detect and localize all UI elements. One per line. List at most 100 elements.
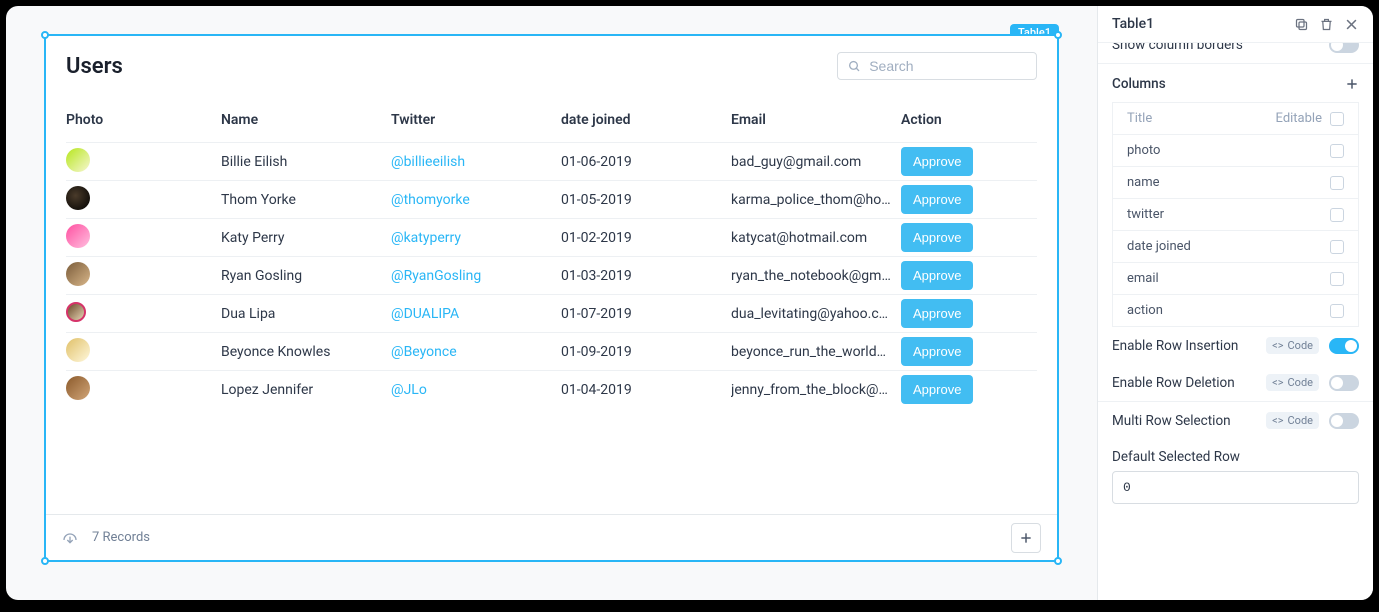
cell-email: jenny_from_the_block@yahoo.com (731, 382, 901, 398)
table-row[interactable]: Katy Perry @katyperry 01-02-2019 katycat… (66, 218, 1037, 256)
property-panel: Table1 Show column borders Columns (1097, 6, 1373, 600)
editable-checkbox[interactable] (1330, 208, 1344, 222)
column-item[interactable]: email (1112, 263, 1359, 295)
cell-twitter[interactable]: @thomyorke (391, 192, 561, 208)
cell-twitter[interactable]: @katyperry (391, 230, 561, 246)
add-column-button[interactable] (1345, 77, 1359, 91)
enable-row-insertion-label: Enable Row Insertion (1112, 338, 1238, 354)
trash-icon[interactable] (1319, 17, 1334, 32)
editable-checkbox[interactable] (1330, 176, 1344, 190)
table-row[interactable]: Dua Lipa @DUALIPA 01-07-2019 dua_levitat… (66, 294, 1037, 332)
columns-list-header: Title Editable (1112, 102, 1359, 135)
editable-all-checkbox[interactable] (1330, 112, 1344, 126)
code-badge[interactable]: <> Code (1266, 374, 1319, 391)
editable-checkbox[interactable] (1330, 304, 1344, 318)
add-row-button[interactable] (1011, 523, 1041, 553)
plus-icon (1345, 77, 1359, 91)
search-input[interactable] (869, 58, 1026, 74)
copy-icon[interactable] (1294, 17, 1309, 32)
cell-email: beyonce_run_the_world@gmail.com (731, 344, 901, 360)
cell-name: Thom Yorke (221, 192, 391, 208)
close-icon[interactable] (1344, 17, 1359, 32)
avatar (66, 302, 86, 322)
approve-button[interactable]: Approve (901, 337, 973, 366)
canvas-area[interactable]: Table1 Users Photo Name Twitter (6, 6, 1097, 600)
cell-twitter[interactable]: @Beyonce (391, 344, 561, 360)
table-footer: 7 Records (46, 514, 1057, 560)
col-header-twitter[interactable]: Twitter (391, 112, 561, 128)
table-row[interactable]: Billie Eilish @billieeilish 01-06-2019 b… (66, 142, 1037, 180)
download-icon[interactable] (62, 530, 78, 546)
avatar (66, 224, 90, 248)
columns-section-label: Columns (1112, 76, 1166, 92)
cell-date: 01-05-2019 (561, 192, 731, 208)
table-column-headers: Photo Name Twitter date joined Email Act… (66, 98, 1037, 142)
cell-email: dua_levitating@yahoo.com (731, 306, 901, 322)
cell-name: Lopez Jennifer (221, 382, 391, 398)
column-item[interactable]: twitter (1112, 199, 1359, 231)
editable-checkbox[interactable] (1330, 272, 1344, 286)
table-row[interactable]: Ryan Gosling @RyanGosling 01-03-2019 rya… (66, 256, 1037, 294)
show-column-borders-toggle[interactable] (1329, 43, 1359, 53)
table-title: Users (66, 54, 123, 79)
show-column-borders-label: Show column borders (1112, 43, 1243, 53)
cell-name: Katy Perry (221, 230, 391, 246)
approve-button[interactable]: Approve (901, 261, 973, 290)
plus-icon (1019, 531, 1033, 545)
multi-row-selection-label: Multi Row Selection (1112, 413, 1231, 429)
cell-date: 01-06-2019 (561, 154, 731, 170)
avatar (66, 148, 90, 172)
search-icon (848, 59, 861, 74)
table-widget[interactable]: Users Photo Name Twitter date joined Ema… (44, 34, 1059, 562)
col-header-photo[interactable]: Photo (66, 112, 221, 128)
col-header-email[interactable]: Email (731, 112, 901, 128)
cell-twitter[interactable]: @billieeilish (391, 154, 561, 170)
code-badge[interactable]: <> Code (1266, 412, 1319, 429)
cell-twitter[interactable]: @JLo (391, 382, 561, 398)
avatar (66, 376, 90, 400)
avatar (66, 338, 90, 362)
cell-name: Ryan Gosling (221, 268, 391, 284)
cell-name: Billie Eilish (221, 154, 391, 170)
cell-name: Dua Lipa (221, 306, 391, 322)
avatar (66, 262, 90, 286)
default-selected-row-label: Default Selected Row (1112, 449, 1240, 465)
cell-date: 01-02-2019 (561, 230, 731, 246)
records-count: 7 Records (92, 530, 150, 545)
default-selected-row-input[interactable]: 0 (1112, 471, 1359, 504)
table-row[interactable]: Thom Yorke @thomyorke 01-05-2019 karma_p… (66, 180, 1037, 218)
col-header-name[interactable]: Name (221, 112, 391, 128)
column-item[interactable]: name (1112, 167, 1359, 199)
avatar (66, 186, 90, 210)
cell-date: 01-03-2019 (561, 268, 731, 284)
column-item[interactable]: date joined (1112, 231, 1359, 263)
code-badge[interactable]: <> Code (1266, 337, 1319, 354)
enable-row-deletion-toggle[interactable] (1329, 375, 1359, 391)
approve-button[interactable]: Approve (901, 375, 973, 404)
resize-handle-tr[interactable] (1054, 31, 1062, 39)
search-box[interactable] (837, 52, 1037, 80)
enable-row-insertion-toggle[interactable] (1329, 338, 1359, 354)
cell-twitter[interactable]: @RyanGosling (391, 268, 561, 284)
cell-date: 01-07-2019 (561, 306, 731, 322)
multi-row-selection-toggle[interactable] (1329, 413, 1359, 429)
col-header-action[interactable]: Action (901, 112, 1001, 128)
cell-twitter[interactable]: @DUALIPA (391, 306, 561, 322)
resize-handle-tl[interactable] (41, 31, 49, 39)
approve-button[interactable]: Approve (901, 185, 973, 214)
table-row[interactable]: Beyonce Knowles @Beyonce 01-09-2019 beyo… (66, 332, 1037, 370)
editable-checkbox[interactable] (1330, 144, 1344, 158)
approve-button[interactable]: Approve (901, 299, 973, 328)
col-header-date-joined[interactable]: date joined (561, 112, 731, 128)
editable-checkbox[interactable] (1330, 240, 1344, 254)
cell-name: Beyonce Knowles (221, 344, 391, 360)
table-row[interactable]: Lopez Jennifer @JLo 01-04-2019 jenny_fro… (66, 370, 1037, 408)
approve-button[interactable]: Approve (901, 223, 973, 252)
enable-row-deletion-label: Enable Row Deletion (1112, 375, 1235, 391)
cell-date: 01-09-2019 (561, 344, 731, 360)
approve-button[interactable]: Approve (901, 147, 973, 176)
column-item[interactable]: photo (1112, 135, 1359, 167)
cell-email: ryan_the_notebook@gmail.com (731, 268, 901, 284)
column-item[interactable]: action (1112, 295, 1359, 327)
cell-email: katycat@hotmail.com (731, 230, 901, 246)
